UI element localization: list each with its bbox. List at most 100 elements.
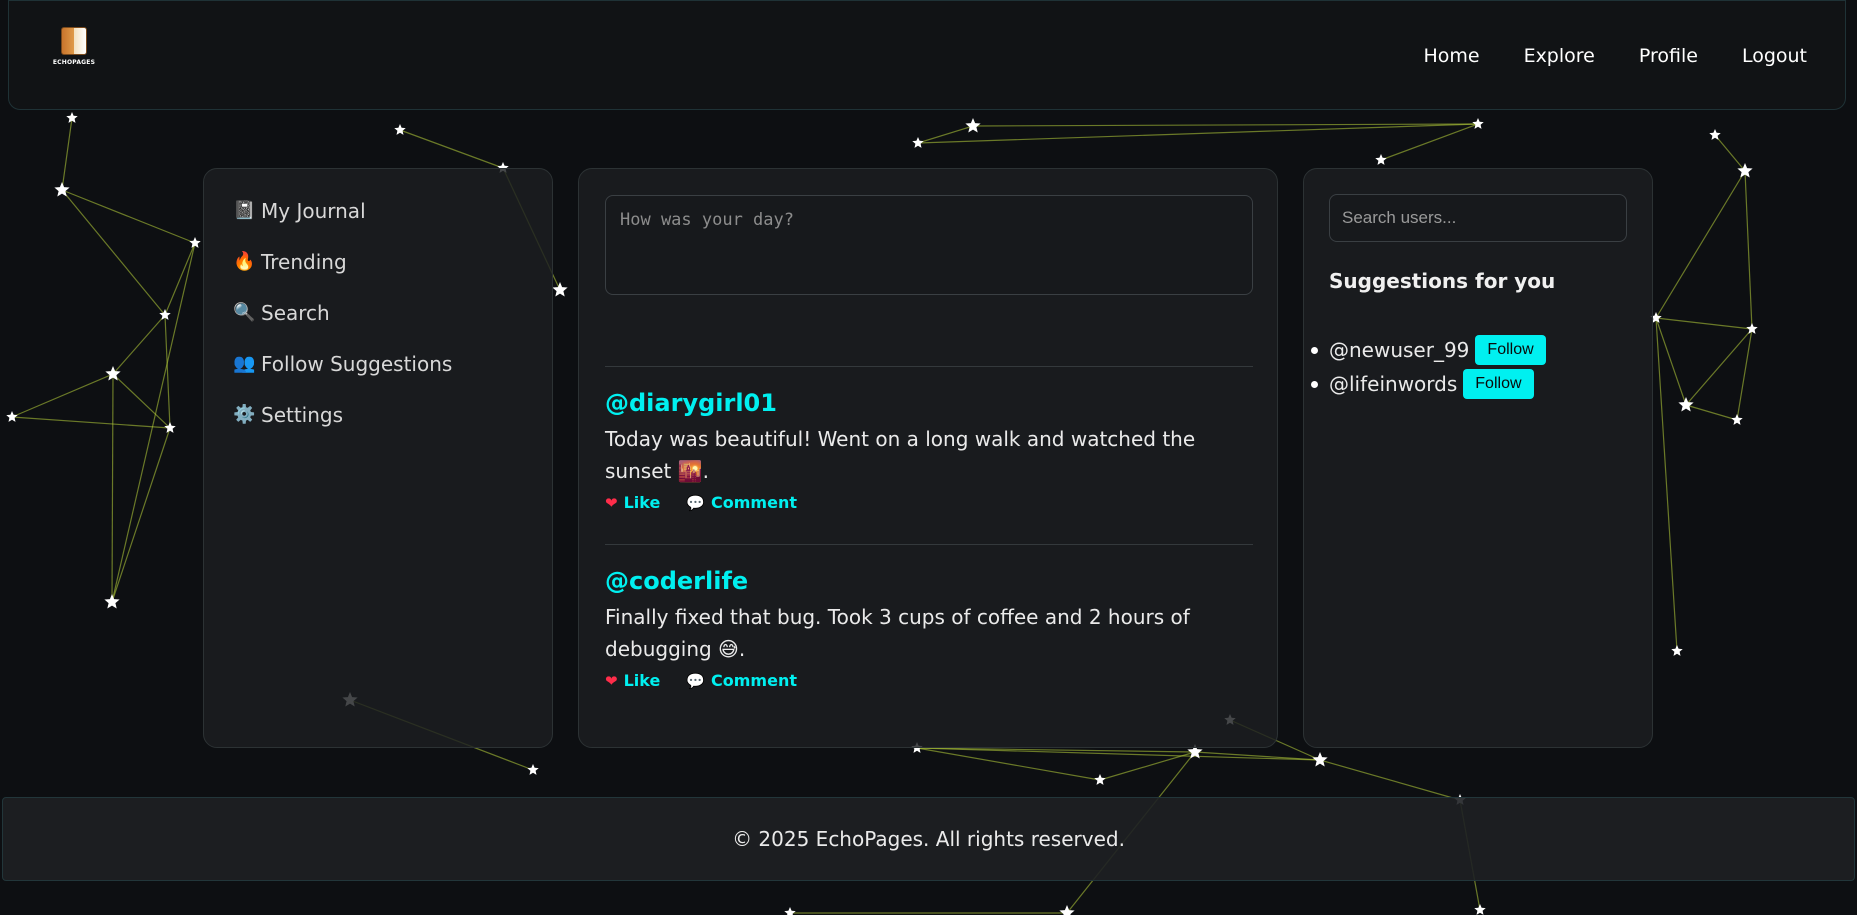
sidebar-item-label: Follow Suggestions <box>261 351 453 376</box>
heart-icon: ❤ <box>605 671 618 690</box>
nav-profile-link[interactable]: Profile <box>1639 45 1698 67</box>
network-line <box>61 117 73 191</box>
left-sidebar: 📓 My Journal 🔥 Trending 🔍 Search 👥 Follo… <box>203 168 553 748</box>
sidebar-menu: 📓 My Journal 🔥 Trending 🔍 Search 👥 Follo… <box>204 185 552 440</box>
network-line <box>1655 317 1753 330</box>
suggestion-item: @lifeinwords Follow <box>1311 367 1546 401</box>
comment-button[interactable]: 💬 Comment <box>686 671 797 690</box>
like-label: Like <box>623 493 661 512</box>
star-node <box>527 764 539 775</box>
star-node <box>552 282 568 297</box>
post-card: @diarygirl01 Today was beautiful! Went o… <box>605 389 1253 512</box>
network-line <box>917 123 1479 144</box>
brand-logo[interactable]: ECHOPAGES <box>49 27 99 73</box>
post-card: @coderlife Finally fixed that bug. Took … <box>605 567 1253 690</box>
follow-button[interactable]: Follow <box>1463 369 1534 399</box>
sidebar-item-follow-suggestions[interactable]: 👥 Follow Suggestions <box>204 338 552 389</box>
sidebar-item-label: Trending <box>261 249 347 274</box>
journal-entry-textarea[interactable] <box>605 195 1253 295</box>
right-sidebar: Suggestions for you @newuser_99 Follow @… <box>1303 168 1653 748</box>
network-line <box>1744 170 1753 330</box>
network-line <box>111 427 171 603</box>
network-line <box>1099 751 1196 781</box>
sidebar-item-settings[interactable]: ⚙️ Settings <box>204 389 552 440</box>
journal-icon: 📓 <box>233 200 256 221</box>
network-line <box>916 747 1196 753</box>
star-node <box>1731 414 1743 425</box>
network-line <box>1736 328 1753 421</box>
speech-bubble-icon: 💬 <box>686 493 706 512</box>
like-button[interactable]: ❤ Like <box>605 493 660 512</box>
post-actions: ❤ Like 💬 Comment <box>605 671 1253 690</box>
star-node <box>189 237 201 248</box>
star-node <box>1709 129 1721 140</box>
footer: © 2025 EchoPages. All rights reserved. <box>2 797 1855 881</box>
star-node <box>912 137 924 148</box>
star-node <box>6 411 18 422</box>
star-node <box>104 594 120 609</box>
comment-button[interactable]: 💬 Comment <box>686 493 797 512</box>
network-line <box>11 416 171 429</box>
like-button[interactable]: ❤ Like <box>605 671 660 690</box>
sidebar-item-label: Settings <box>261 402 344 427</box>
sidebar-item-search[interactable]: 🔍 Search <box>204 287 552 338</box>
post-username[interactable]: @coderlife <box>605 567 1253 595</box>
feed-panel: @diarygirl01 Today was beautiful! Went o… <box>578 168 1278 748</box>
comment-label: Comment <box>711 671 797 690</box>
star-node <box>965 118 981 133</box>
network-line <box>111 242 196 603</box>
gear-icon: ⚙️ <box>233 404 256 425</box>
main-nav: Home Explore Profile Logout <box>1423 45 1807 67</box>
nav-logout-link[interactable]: Logout <box>1742 45 1807 67</box>
network-line <box>61 189 196 244</box>
heart-icon: ❤ <box>605 493 618 512</box>
sidebar-item-my-journal[interactable]: 📓 My Journal <box>204 185 552 236</box>
network-line <box>164 242 196 316</box>
sidebar-item-label: My Journal <box>261 198 366 223</box>
comment-label: Comment <box>711 493 797 512</box>
network-line <box>11 373 114 418</box>
sidebar-item-label: Search <box>261 300 330 325</box>
search-icon: 🔍 <box>233 302 256 323</box>
suggestion-username[interactable]: @lifeinwords <box>1329 372 1457 396</box>
suggestion-item: @newuser_99 Follow <box>1311 333 1546 367</box>
top-navbar: ECHOPAGES Home Explore Profile Logout <box>8 0 1846 110</box>
network-line <box>1655 170 1746 319</box>
network-line <box>1380 123 1479 161</box>
book-icon <box>61 27 87 55</box>
sidebar-item-trending[interactable]: 🔥 Trending <box>204 236 552 287</box>
copyright-text: © 2025 EchoPages. All rights reserved. <box>732 827 1125 851</box>
nav-home-link[interactable]: Home <box>1423 45 1479 67</box>
network-line <box>972 123 1479 127</box>
network-line <box>917 125 974 144</box>
star-node <box>1472 118 1484 129</box>
speech-bubble-icon: 💬 <box>686 671 706 690</box>
star-node <box>1474 904 1486 915</box>
star-node <box>784 907 796 915</box>
star-node <box>1375 154 1387 165</box>
network-line <box>112 314 166 375</box>
post-username[interactable]: @diarygirl01 <box>605 389 1253 417</box>
post-actions: ❤ Like 💬 Comment <box>605 493 1253 512</box>
network-line <box>112 373 171 429</box>
logo-text: ECHOPAGES <box>52 59 96 66</box>
network-line <box>1685 404 1738 421</box>
nav-explore-link[interactable]: Explore <box>1524 45 1595 67</box>
divider <box>605 544 1253 545</box>
post-text: Finally fixed that bug. Took 3 cups of c… <box>605 605 1190 661</box>
star-node <box>394 124 406 135</box>
star-node <box>1312 752 1328 767</box>
star-node <box>1671 645 1683 656</box>
network-line <box>61 189 166 316</box>
network-line <box>399 129 504 169</box>
star-node <box>1094 774 1106 785</box>
network-line <box>1319 759 1461 801</box>
suggestion-username[interactable]: @newuser_99 <box>1329 338 1469 362</box>
suggestions-heading: Suggestions for you <box>1329 269 1556 293</box>
follow-button[interactable]: Follow <box>1475 335 1546 365</box>
user-search-input[interactable] <box>1329 194 1627 242</box>
network-line <box>1685 328 1753 406</box>
suggestions-list: @newuser_99 Follow @lifeinwords Follow <box>1304 333 1546 401</box>
divider <box>605 366 1253 367</box>
post-text: Today was beautiful! Went on a long walk… <box>605 427 1196 483</box>
